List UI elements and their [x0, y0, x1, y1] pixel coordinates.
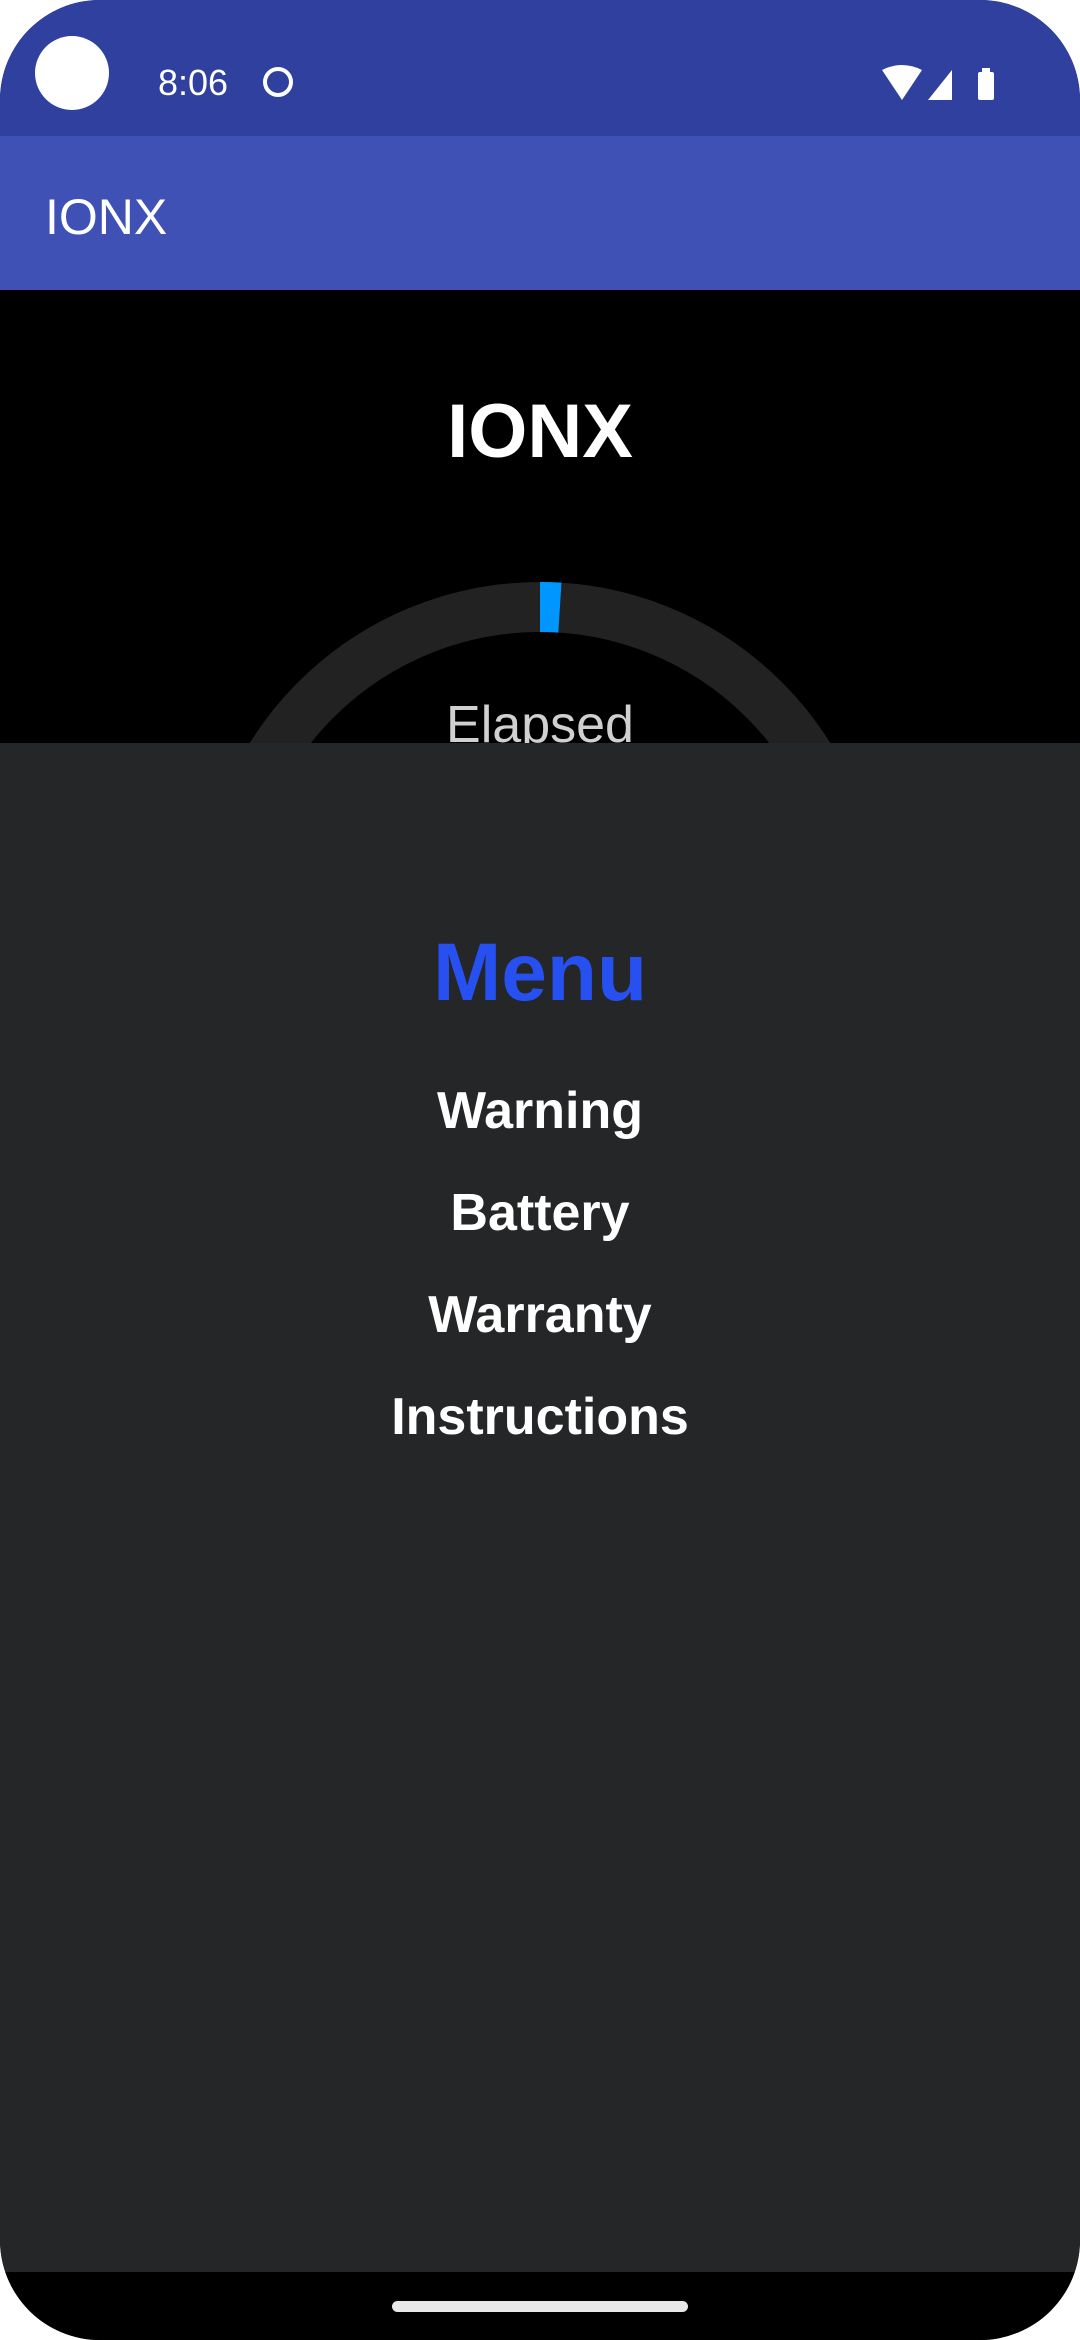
elapsed-label: Elapsed — [446, 696, 634, 743]
progress-ring — [249, 582, 831, 743]
status-bar: 8:06 — [0, 0, 1080, 136]
app-bar: IONX — [0, 136, 1080, 290]
camera-cutout — [35, 36, 109, 110]
menu-sheet: Menu Warning Battery Warranty Instructio… — [0, 743, 1080, 2272]
home-handle[interactable] — [392, 2301, 688, 2312]
timer-screen: IONX Elapsed — [0, 290, 1080, 743]
status-icons — [882, 65, 994, 100]
menu-item-instructions[interactable]: Instructions — [0, 1387, 1080, 1447]
menu-item-warranty[interactable]: Warranty — [0, 1285, 1080, 1345]
battery-icon — [978, 68, 994, 100]
menu-item-warning[interactable]: Warning — [0, 1081, 1080, 1141]
menu-item-battery[interactable]: Battery — [0, 1183, 1080, 1243]
phone-screen: 8:06 IONX IONX Elapsed Menu Warning Batt… — [0, 0, 1080, 2340]
progress-arc — [539, 582, 562, 633]
app-bar-title: IONX — [45, 189, 168, 245]
signal-icon — [928, 70, 952, 100]
notification-icon — [263, 67, 293, 97]
menu-title: Menu — [432, 927, 648, 1018]
status-time: 8:06 — [158, 62, 229, 103]
navigation-bar — [0, 2272, 1080, 2340]
wifi-icon — [882, 65, 922, 100]
